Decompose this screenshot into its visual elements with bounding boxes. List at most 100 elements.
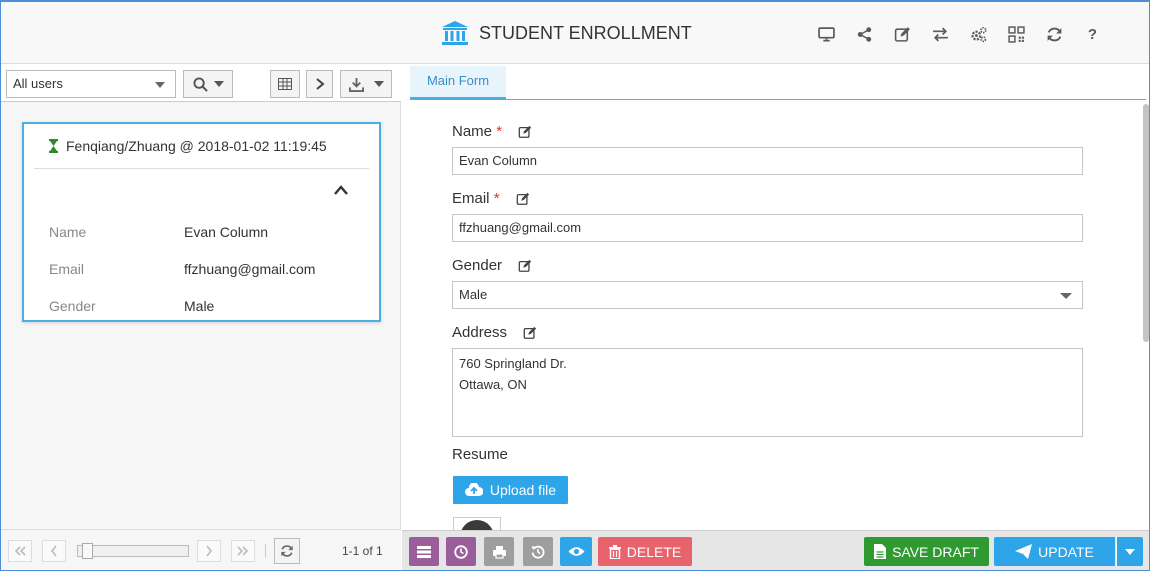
edit-icon[interactable]	[523, 326, 537, 340]
top-bar: STUDENT ENROLLMENT ?	[1, 2, 1149, 64]
address-label: Address	[452, 324, 537, 341]
card-row-key: Name	[49, 224, 87, 240]
double-chevron-left-icon	[14, 546, 26, 556]
edit-icon[interactable]	[892, 24, 913, 44]
question-icon[interactable]: ?	[1082, 24, 1103, 44]
hourglass-icon	[49, 139, 58, 153]
next-view-button[interactable]	[306, 70, 333, 98]
prev-page-button[interactable]	[42, 540, 66, 562]
record-card[interactable]: Fenqiang/Zhuang @ 2018-01-02 11:19:45 Na…	[22, 122, 381, 322]
last-page-button[interactable]	[231, 540, 255, 562]
user-filter-value: All users	[13, 76, 63, 91]
app-window: STUDENT ENROLLMENT ? All users Fenqiang/…	[0, 0, 1150, 571]
preview-button[interactable]	[560, 537, 592, 566]
cogs-icon[interactable]	[968, 24, 989, 44]
email-field[interactable]: ffzhuang@gmail.com	[452, 214, 1083, 242]
header-toolbar: ?	[816, 24, 1103, 44]
app-title-text: STUDENT ENROLLMENT	[479, 22, 692, 43]
first-page-button[interactable]	[8, 540, 32, 562]
name-label: Name *	[452, 123, 532, 140]
records-toolbar: All users	[1, 64, 401, 102]
tab-main-form[interactable]: Main Form	[410, 66, 506, 100]
table-view-button[interactable]	[270, 70, 300, 98]
history-icon	[531, 545, 545, 559]
revision-history-button[interactable]	[523, 537, 553, 566]
email-label-text: Email	[452, 190, 490, 207]
gender-label-text: Gender	[452, 257, 503, 274]
desktop-icon[interactable]	[816, 24, 837, 44]
double-chevron-right-icon	[237, 546, 249, 556]
upload-file-label: Upload file	[489, 482, 557, 498]
slider-handle[interactable]	[82, 543, 93, 559]
card-row-value: Male	[184, 298, 215, 314]
chevron-down-icon	[373, 81, 384, 87]
divider	[34, 168, 369, 169]
bank-icon	[442, 21, 468, 45]
delete-button[interactable]: DELETE	[598, 537, 692, 566]
edit-icon[interactable]	[518, 125, 532, 139]
scrollbar[interactable]	[1143, 104, 1149, 342]
chevron-up-icon[interactable]	[333, 184, 349, 196]
divider	[265, 544, 266, 558]
email-label: Email *	[452, 190, 530, 207]
user-filter-select[interactable]: All users	[6, 70, 176, 98]
gender-label: Gender	[452, 257, 532, 274]
page-info: 1-1 of 1	[342, 544, 383, 558]
print-button[interactable]	[484, 537, 514, 566]
exchange-icon[interactable]	[930, 24, 951, 44]
app-title: STUDENT ENROLLMENT	[441, 20, 692, 46]
required-mark: *	[496, 123, 503, 140]
edit-icon[interactable]	[516, 192, 530, 206]
card-row-value: Evan Column	[184, 224, 269, 240]
records-panel: All users Fenqiang/Zhuang @ 2018-01-02 1…	[1, 64, 401, 570]
print-icon	[492, 545, 506, 559]
upload-file-button[interactable]: Upload file	[453, 476, 568, 504]
refresh-icon[interactable]	[1044, 24, 1065, 44]
record-card-header: Fenqiang/Zhuang @ 2018-01-02 11:19:45	[48, 138, 327, 154]
form-panel: Main Form Name * Evan Column Email * ffz…	[402, 64, 1149, 531]
paper-plane-icon	[1015, 544, 1033, 559]
update-button[interactable]: UPDATE	[994, 537, 1115, 566]
edit-icon[interactable]	[518, 259, 532, 273]
form-tabs: Main Form	[410, 64, 1146, 100]
file-icon	[874, 544, 887, 559]
search-dropdown-button[interactable]	[183, 70, 233, 98]
address-field[interactable]: 760 Springland Dr. Ottawa, ON	[452, 348, 1083, 437]
history-button[interactable]	[446, 537, 476, 566]
next-page-button[interactable]	[197, 540, 221, 562]
card-row-key: Gender	[49, 298, 96, 314]
card-row-value: ffzhuang@gmail.com	[184, 261, 316, 277]
update-dropdown-button[interactable]	[1116, 537, 1143, 566]
chevron-right-icon	[315, 78, 325, 90]
table-icon	[278, 78, 292, 90]
record-card-title: Fenqiang/Zhuang @ 2018-01-02 11:19:45	[66, 138, 327, 154]
qrcode-icon[interactable]	[1006, 24, 1027, 44]
address-label-text: Address	[452, 324, 508, 341]
clock-icon	[454, 544, 468, 559]
refresh-icon	[281, 545, 293, 557]
chevron-down-icon	[1060, 293, 1072, 299]
search-icon	[192, 76, 208, 92]
reload-button[interactable]	[274, 538, 300, 564]
eye-icon	[568, 547, 584, 556]
card-row-key: Email	[49, 261, 85, 277]
save-draft-button[interactable]: SAVE DRAFT	[864, 537, 989, 566]
chevron-down-icon	[155, 82, 165, 88]
trash-icon	[608, 544, 621, 559]
resume-thumbnail[interactable]	[453, 517, 501, 531]
action-bar: DELETE SAVE DRAFT UPDATE	[402, 530, 1149, 570]
chevron-down-icon	[1125, 548, 1135, 555]
chevron-down-icon	[213, 81, 224, 87]
gender-value: Male	[459, 287, 488, 302]
required-mark: *	[493, 190, 500, 207]
chevron-left-icon	[50, 545, 57, 557]
list-view-button[interactable]	[409, 537, 439, 566]
name-field[interactable]: Evan Column	[452, 147, 1083, 175]
resume-label: Resume	[452, 446, 508, 463]
resume-label-text: Resume	[452, 446, 508, 463]
cloud-upload-icon	[464, 483, 483, 496]
page-slider[interactable]	[77, 543, 189, 559]
gender-select[interactable]: Male	[452, 281, 1083, 309]
share-icon[interactable]	[854, 24, 875, 44]
download-dropdown-button[interactable]	[340, 70, 392, 98]
